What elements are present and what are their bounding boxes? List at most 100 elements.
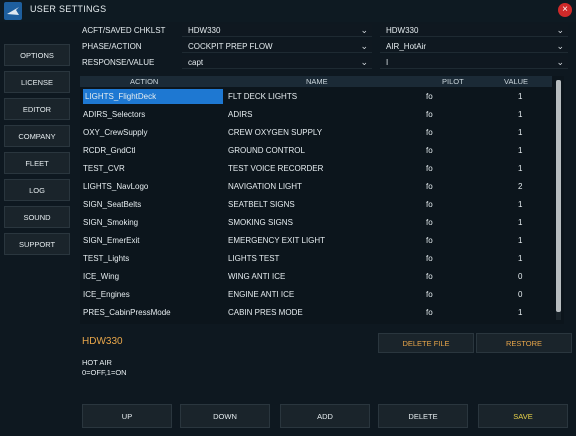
scrollbar-thumb[interactable]: [556, 80, 561, 312]
description-title: HOT AIR: [82, 358, 112, 367]
cell-value: 2: [518, 182, 523, 191]
cell-name: NAVIGATION LIGHT: [228, 182, 302, 191]
phase-dropdown[interactable]: COCKPIT PREP FLOW ⌄: [182, 40, 372, 53]
cell-pilot: fo: [426, 236, 433, 245]
column-header-action[interactable]: ACTION: [130, 77, 158, 86]
down-button[interactable]: DOWN: [180, 404, 270, 428]
sidebar-item-sound[interactable]: SOUND: [4, 206, 70, 228]
restore-button[interactable]: RESTORE: [476, 333, 572, 353]
sidebar-item-log[interactable]: LOG: [4, 179, 70, 201]
cell-action: ICE_Engines: [83, 290, 130, 299]
delete-button[interactable]: DELETE: [378, 404, 468, 428]
cell-value: 0: [518, 272, 523, 281]
value-dropdown[interactable]: I ⌄: [380, 56, 568, 69]
table-row[interactable]: ADIRS_Selectors ADIRS fo 1: [80, 107, 552, 123]
cell-pilot: fo: [426, 110, 433, 119]
table-row[interactable]: OXY_CrewSupply CREW OXYGEN SUPPLY fo 1: [80, 125, 552, 141]
cell-action: SIGN_Smoking: [83, 218, 139, 227]
cell-name: ENGINE ANTI ICE: [228, 290, 295, 299]
chevron-down-icon: ⌄: [360, 25, 368, 35]
table-row[interactable]: LIGHTS_NavLogo NAVIGATION LIGHT fo 2: [80, 179, 552, 195]
cell-pilot: fo: [426, 308, 433, 317]
action-dropdown[interactable]: AIR_HotAir ⌄: [380, 40, 568, 53]
table-row[interactable]: RCDR_GndCtl GROUND CONTROL fo 1: [80, 143, 552, 159]
cell-value: 1: [518, 146, 523, 155]
table-row[interactable]: ICE_Wing WING ANTI ICE fo 0: [80, 269, 552, 285]
chevron-down-icon: ⌄: [360, 41, 368, 51]
cell-name: CREW OXYGEN SUPPLY: [228, 128, 323, 137]
saved-checklist-dropdown[interactable]: HDW330 ⌄: [380, 24, 568, 37]
cell-value: 1: [518, 128, 523, 137]
sidebar-item-company[interactable]: COMPANY: [4, 125, 70, 147]
cell-value: 1: [518, 308, 523, 317]
cell-value: 1: [518, 236, 523, 245]
cell-pilot: fo: [426, 128, 433, 137]
cell-pilot: fo: [426, 200, 433, 209]
title-bar: USER SETTINGS ×: [0, 0, 576, 22]
phase-value: COCKPIT PREP FLOW: [188, 42, 273, 51]
cell-action: RCDR_GndCtl: [83, 146, 136, 155]
table-row[interactable]: TEST_CVR TEST VOICE RECORDER fo 1: [80, 161, 552, 177]
cell-value: 0: [518, 290, 523, 299]
column-header-value[interactable]: VALUE: [504, 77, 528, 86]
cell-action: ICE_Wing: [83, 272, 120, 281]
sidebar-item-options[interactable]: OPTIONS: [4, 44, 70, 66]
cell-name: SMOKING SIGNS: [228, 218, 293, 227]
value-value: I: [386, 58, 389, 67]
cell-pilot: fo: [426, 92, 433, 101]
sidebar-item-license[interactable]: LICENSE: [4, 71, 70, 93]
actions-table: ACTION NAME PILOT VALUE LIGHTS_FlightDec…: [80, 76, 564, 324]
table-row[interactable]: SIGN_EmerExit EMERGENCY EXIT LIGHT fo 1: [80, 233, 552, 249]
delete-file-button[interactable]: DELETE FILE: [378, 333, 474, 353]
cell-name: EMERGENCY EXIT LIGHT: [228, 236, 326, 245]
sidebar-item-editor[interactable]: EDITOR: [4, 98, 70, 120]
table-header: ACTION NAME PILOT VALUE: [80, 76, 552, 87]
cell-pilot: fo: [426, 254, 433, 263]
cell-pilot: fo: [426, 290, 433, 299]
cell-name: GROUND CONTROL: [228, 146, 305, 155]
cell-value: 1: [518, 254, 523, 263]
up-button[interactable]: UP: [82, 404, 172, 428]
phase-label: PHASE/ACTION: [82, 42, 142, 51]
response-dropdown[interactable]: capt ⌄: [182, 56, 372, 69]
cell-name: TEST VOICE RECORDER: [228, 164, 324, 173]
sidebar-item-fleet[interactable]: FLEET: [4, 152, 70, 174]
acft-label: ACFT/SAVED CHKLST: [82, 26, 166, 35]
cell-pilot: fo: [426, 182, 433, 191]
cell-action: LIGHTS_FlightDeck: [83, 89, 223, 104]
window-title: USER SETTINGS: [30, 4, 107, 14]
save-button[interactable]: SAVE: [478, 404, 568, 428]
cell-action: TEST_CVR: [83, 164, 125, 173]
table-row[interactable]: PRES_CabinPressMode CABIN PRES MODE fo 1: [80, 305, 552, 321]
sidebar: OPTIONS LICENSE EDITOR COMPANY FLEET LOG…: [4, 44, 70, 260]
cell-pilot: fo: [426, 218, 433, 227]
table-row[interactable]: SIGN_SeatBelts SEATBELT SIGNS fo 1: [80, 197, 552, 213]
response-value: capt: [188, 58, 204, 67]
close-button[interactable]: ×: [558, 3, 572, 17]
add-button[interactable]: ADD: [280, 404, 370, 428]
column-header-pilot[interactable]: PILOT: [442, 77, 464, 86]
column-header-name[interactable]: NAME: [306, 77, 328, 86]
table-row[interactable]: LIGHTS_FlightDeck FLT DECK LIGHTS fo 1: [80, 89, 552, 105]
selected-aircraft-name: HDW330: [82, 336, 123, 347]
chevron-down-icon: ⌄: [556, 41, 564, 51]
cell-action: OXY_CrewSupply: [83, 128, 148, 137]
cell-action: TEST_Lights: [83, 254, 130, 263]
cell-value: 1: [518, 92, 523, 101]
cell-action: PRES_CabinPressMode: [83, 308, 171, 317]
table-row[interactable]: ICE_Engines ENGINE ANTI ICE fo 0: [80, 287, 552, 303]
cell-value: 1: [518, 218, 523, 227]
saved-checklist-value: HDW330: [386, 26, 419, 35]
cell-value: 1: [518, 164, 523, 173]
response-label: RESPONSE/VALUE: [82, 58, 155, 67]
description-values: 0=OFF,1=ON: [82, 368, 127, 377]
table-row[interactable]: TEST_Lights LIGHTS TEST fo 1: [80, 251, 552, 267]
table-row[interactable]: SIGN_Smoking SMOKING SIGNS fo 1: [80, 215, 552, 231]
sidebar-item-support[interactable]: SUPPORT: [4, 233, 70, 255]
table-scrollbar[interactable]: [556, 80, 561, 320]
chevron-down-icon: ⌄: [556, 57, 564, 67]
aircraft-dropdown[interactable]: HDW330 ⌄: [182, 24, 372, 37]
chevron-down-icon: ⌄: [360, 57, 368, 67]
cell-name: FLT DECK LIGHTS: [228, 92, 298, 101]
action-value: AIR_HotAir: [386, 42, 427, 51]
